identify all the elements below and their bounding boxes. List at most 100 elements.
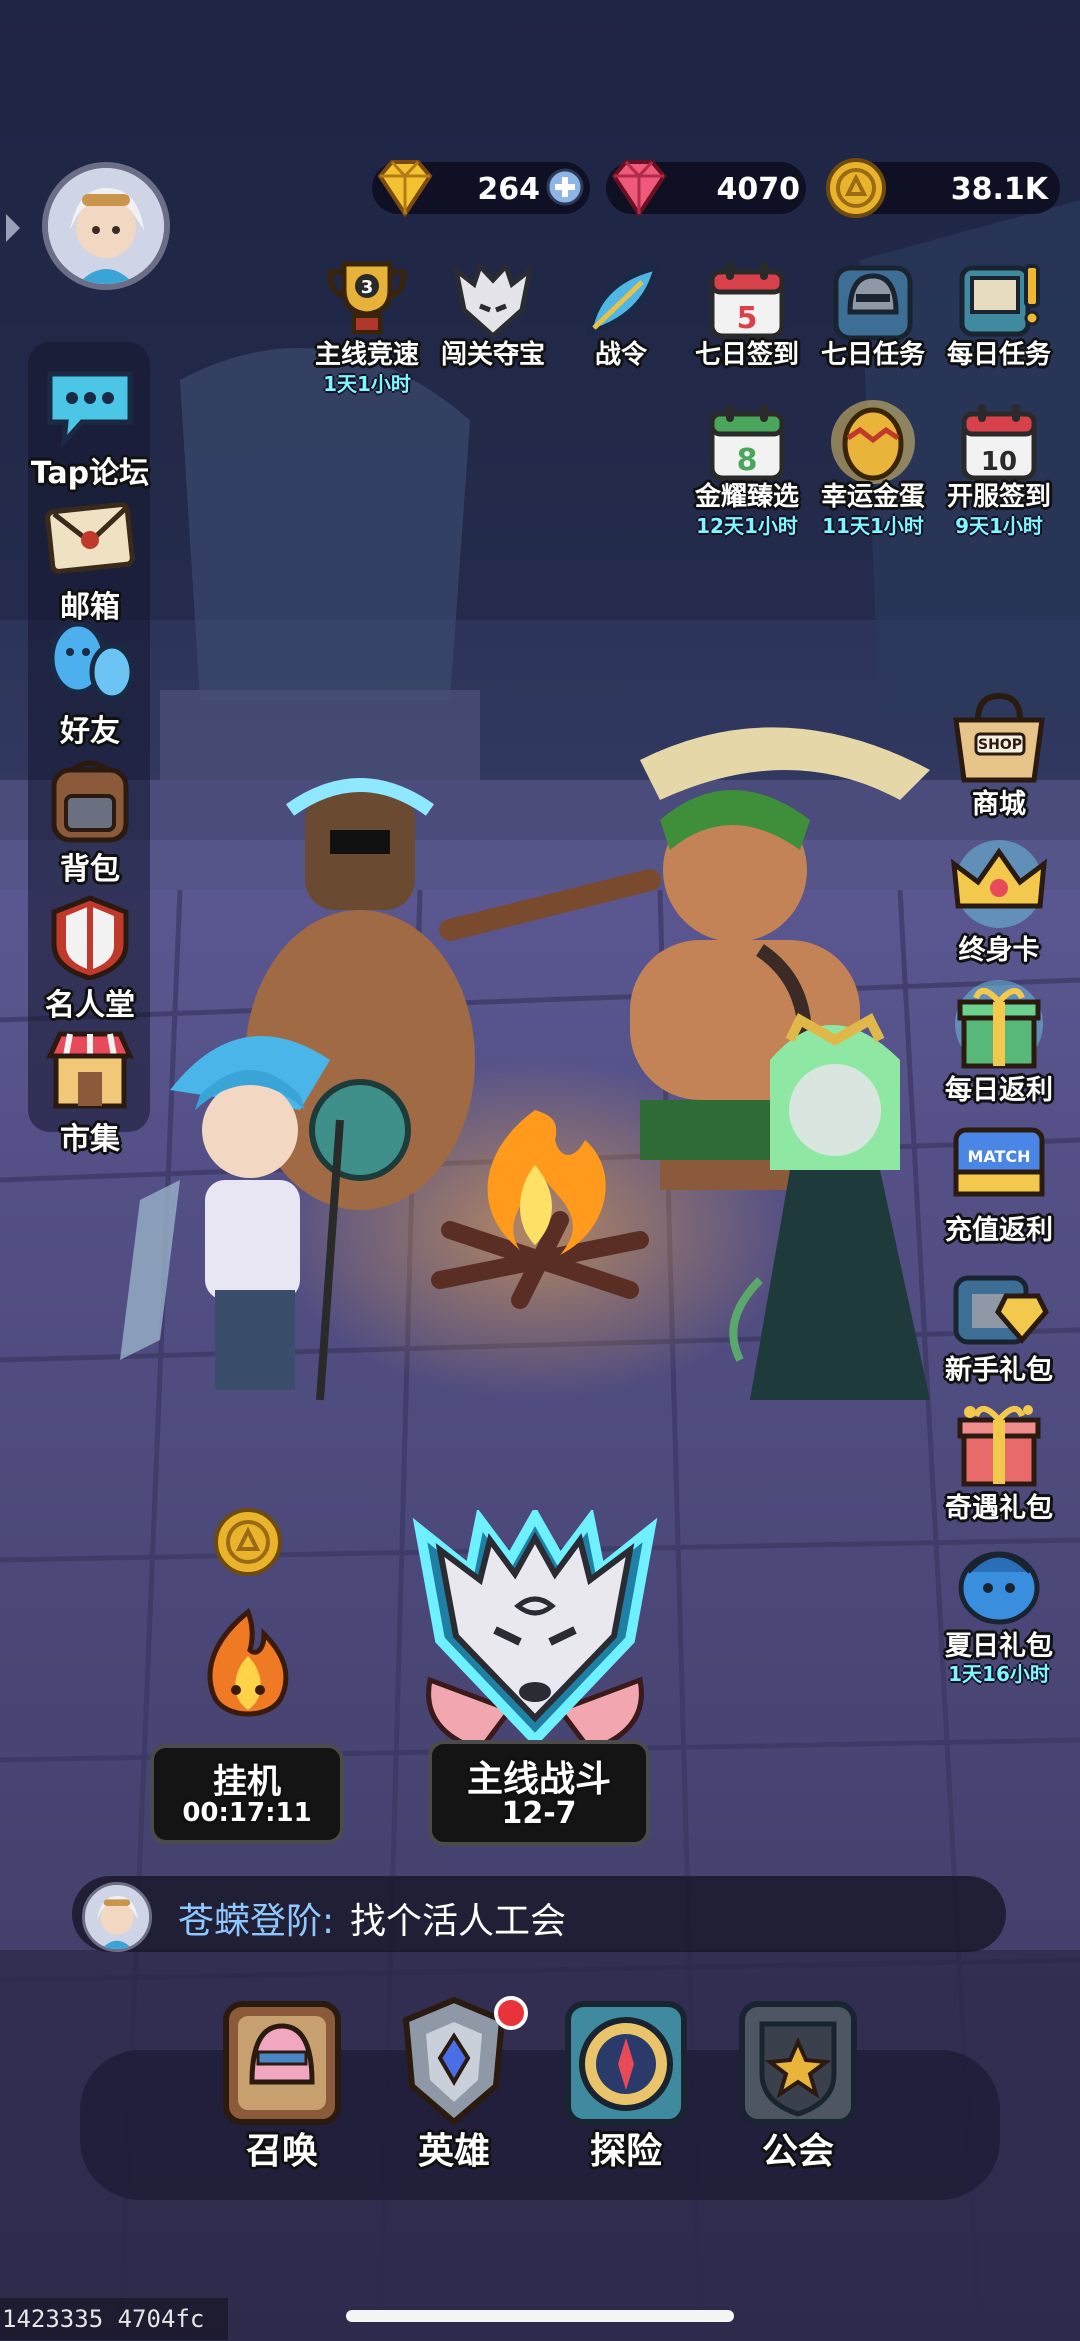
gold-gem-value: 264: [477, 172, 540, 207]
shop-bag-icon: SHOP: [953, 692, 1045, 783]
add-gems-button[interactable]: [546, 168, 584, 206]
coin-value: 38.1K: [950, 172, 1048, 207]
hall-of-fame-icon: [51, 895, 129, 980]
guild-shield-icon: [739, 2001, 857, 2125]
feather-icon: [586, 264, 660, 336]
golden-egg-icon: [831, 400, 915, 484]
notification-dot: [494, 1996, 528, 2030]
wolf-mask-icon: [452, 261, 534, 340]
idle-timer: 00:17:11: [182, 1798, 312, 1828]
sidebar-item-encounter-pack[interactable]: 奇遇礼包: [934, 1394, 1064, 1534]
menu-mainline-race[interactable]: 3 主线竞速 1天1小时: [302, 256, 432, 396]
chat-bubble-icon: [47, 371, 133, 448]
friends-icon: [49, 621, 135, 701]
sidebar-item-label: 商城: [972, 789, 1026, 820]
player-avatar[interactable]: [42, 162, 170, 290]
collapse-arrow-icon[interactable]: [4, 210, 22, 246]
red-gem-icon: [604, 156, 674, 220]
svg-text:3: 3: [361, 277, 374, 298]
sidebar-item-friends[interactable]: 好友: [30, 614, 150, 754]
market-stall-icon: [46, 1031, 134, 1109]
sidebar-item-lifetime-card[interactable]: 终身卡: [934, 836, 1064, 976]
helmet-icon: [833, 265, 913, 341]
home-indicator[interactable]: [346, 2310, 734, 2322]
character-gift-icon: [958, 1551, 1040, 1625]
menu-seven-day-signin[interactable]: 5 七日签到: [682, 256, 812, 396]
menu-seven-day-quest[interactable]: 七日任务: [808, 256, 938, 396]
sidebar-item-hall-of-fame[interactable]: 名人堂: [30, 888, 150, 1028]
compass-icon: [565, 2001, 687, 2125]
sidebar-item-backpack[interactable]: 背包: [30, 752, 150, 892]
match-tag-text: MATCH: [967, 1147, 1030, 1166]
coin-icon: [214, 1508, 282, 1576]
player-avatar-icon: [85, 1885, 149, 1949]
sidebar-item-starter-pack[interactable]: 新手礼包: [934, 1256, 1064, 1396]
calendar-icon: 8: [709, 404, 785, 481]
match-ticket-icon: MATCH: [953, 1127, 1045, 1197]
nav-label: 英雄: [417, 2131, 490, 2172]
chat-message: 找个活人工会: [350, 1901, 567, 1942]
idle-label: 挂机: [213, 1762, 281, 1802]
nav-summon[interactable]: 召唤: [212, 1990, 352, 2172]
menu-stage-treasure[interactable]: 闯关夺宝: [428, 256, 558, 396]
coin-icon: [824, 156, 888, 220]
sidebar-item-label: 市集: [60, 1122, 120, 1157]
menu-label: 每日任务: [946, 340, 1051, 370]
menu-timer: 9天1小时: [955, 514, 1043, 538]
main-battle-emblem[interactable]: [400, 1505, 670, 1760]
chat-sender-name: 苍蝾登阶:: [178, 1901, 335, 1942]
main-battle-stage: 12-7: [501, 1796, 577, 1831]
svg-text:10: 10: [981, 447, 1017, 477]
sidebar-item-label: 终身卡: [958, 935, 1040, 966]
summon-helmet-icon: [223, 2001, 341, 2125]
idle-button[interactable]: 挂机 00:17:11: [150, 1744, 344, 1844]
gift-box-icon: [957, 1405, 1041, 1487]
nav-heroes[interactable]: 英雄: [384, 1990, 528, 2172]
menu-label: 开服签到: [946, 482, 1051, 512]
main-battle-button[interactable]: 主线战斗 12-7: [428, 1740, 650, 1846]
crown-icon: [950, 840, 1048, 928]
svg-text:5: 5: [737, 301, 758, 336]
nav-guild[interactable]: 公会: [728, 1990, 868, 2172]
menu-lucky-golden-egg[interactable]: 幸运金蛋 11天1小时: [808, 398, 938, 538]
menu-server-signin[interactable]: 10 开服签到 9天1小时: [934, 398, 1064, 538]
sidebar-item-mailbox[interactable]: 邮箱: [30, 490, 150, 630]
nav-label: 公会: [761, 2131, 834, 2172]
nav-label: 探险: [589, 2131, 662, 2172]
sidebar-item-shop[interactable]: SHOP 商城: [934, 690, 1064, 830]
sidebar-item-daily-rebate[interactable]: 每日返利: [934, 976, 1064, 1116]
idle-coin-reward[interactable]: [212, 1506, 284, 1578]
sidebar-item-tap-forum[interactable]: Tap论坛: [30, 356, 150, 496]
sidebar-item-market[interactable]: 市集: [30, 1022, 150, 1162]
red-gem-value: 4070: [716, 172, 801, 207]
menu-daily-quest[interactable]: 每日任务: [934, 256, 1064, 396]
main-battle-label: 主线战斗: [466, 1759, 611, 1800]
trophy-icon: 3: [327, 261, 407, 334]
sidebar-item-label: Tap论坛: [30, 456, 150, 491]
campfire-idle-icon[interactable]: [188, 1606, 308, 1726]
sidebar-item-summer-pack[interactable]: 夏日礼包 1天16小时: [934, 1532, 1064, 1686]
menu-timer: 1天16小时: [948, 1662, 1050, 1686]
sidebar-item-label: 每日返利: [945, 1075, 1053, 1106]
chat-avatar: [82, 1882, 152, 1952]
shop-tag-text: SHOP: [978, 737, 1022, 753]
nav-label: 召唤: [245, 2131, 318, 2172]
chat-bar[interactable]: 苍蝾登阶: 找个活人工会: [72, 1876, 1006, 1952]
backpack-icon: [51, 760, 129, 843]
player-avatar-icon: [48, 168, 164, 284]
menu-battle-pass[interactable]: 战令: [556, 256, 686, 396]
envelope-icon: [45, 502, 135, 574]
svg-text:8: 8: [737, 443, 758, 478]
debug-build-text: 1423335 4704fc: [0, 2298, 228, 2340]
sidebar-item-label: 名人堂: [45, 988, 135, 1023]
gold-gem-icon: [370, 156, 440, 220]
sidebar-item-label: 充值返利: [945, 1215, 1053, 1246]
gift-box-icon: [955, 980, 1043, 1069]
nav-explore[interactable]: 探险: [556, 1990, 696, 2172]
menu-golden-selection[interactable]: 8 金耀臻选 12天1小时: [682, 398, 812, 538]
sidebar-item-label: 新手礼包: [945, 1355, 1053, 1386]
menu-timer: 1天1小时: [323, 372, 411, 396]
sidebar-item-recharge-rebate[interactable]: MATCH 充值返利: [934, 1116, 1064, 1256]
sidebar-item-label: 背包: [60, 852, 120, 887]
quest-board-icon: [959, 264, 1040, 337]
